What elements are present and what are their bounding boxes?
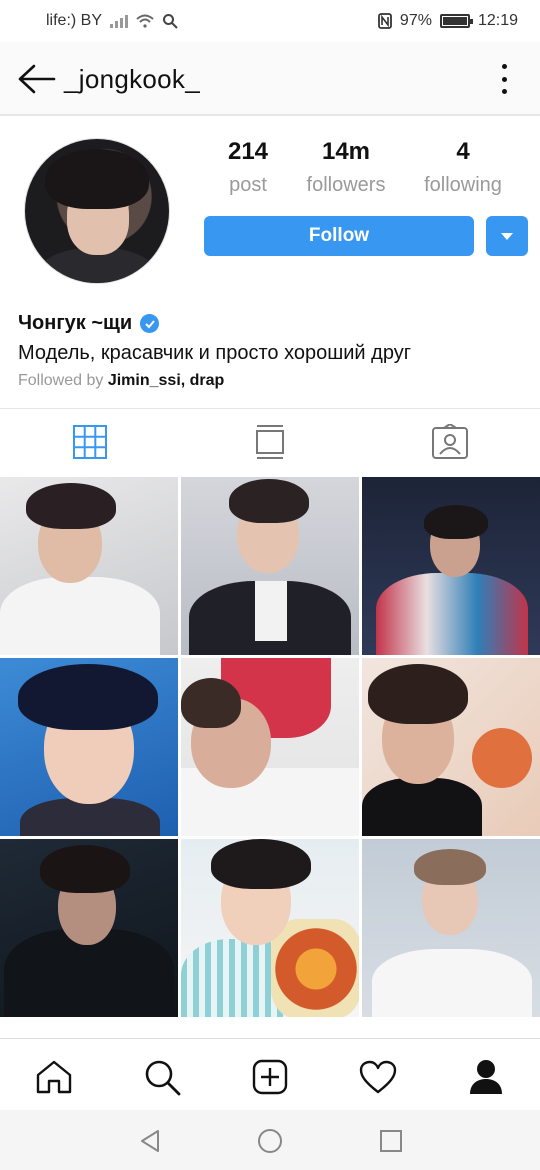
clock: 12:19: [477, 12, 518, 29]
signal-icon: [110, 14, 129, 28]
post-thumbnail-6[interactable]: [362, 658, 540, 836]
system-navigation-bar: [0, 1110, 540, 1170]
post-thumbnail-1[interactable]: [0, 477, 178, 655]
stat-posts-label: post: [229, 174, 267, 196]
profile-bio: Модель, красавчик и просто хороший друг: [18, 342, 412, 364]
feed-icon: [256, 425, 284, 459]
stat-following[interactable]: 4 following: [408, 138, 518, 197]
suggested-dropdown-button[interactable]: [486, 216, 528, 256]
status-bar: life:) BY 97% 12:19: [0, 0, 540, 42]
bottom-navigation: [0, 1038, 540, 1110]
tab-tagged[interactable]: [360, 410, 540, 474]
back-triangle-icon: [141, 1130, 159, 1152]
post-thumbnail-9[interactable]: [362, 839, 540, 1017]
profile-full-name: Чонгук ~щи: [18, 312, 160, 335]
profile-icon: [470, 1060, 502, 1094]
nav-search[interactable]: [142, 1057, 182, 1097]
home-icon: [36, 1060, 72, 1094]
followed-by[interactable]: Followed by Jimin_ssi, drap: [18, 372, 224, 390]
profile-header: _jongkook_: [0, 42, 540, 116]
stat-followers[interactable]: 14m followers: [291, 138, 401, 197]
post-thumbnail-5[interactable]: [181, 658, 359, 836]
stat-followers-label: followers: [306, 174, 386, 196]
carrier-label: life:) BY: [46, 12, 103, 29]
search-status-icon: [163, 14, 178, 29]
follow-button[interactable]: Follow: [204, 216, 474, 256]
nav-add-post[interactable]: [250, 1057, 290, 1097]
stat-posts[interactable]: 214 post: [193, 138, 303, 197]
post-thumbnail-2[interactable]: [181, 477, 359, 655]
followed-by-names: Jimin_ssi, drap: [107, 372, 225, 389]
verified-badge-icon: [140, 314, 160, 333]
tagged-icon: [432, 424, 468, 459]
followed-by-prefix: Followed by: [18, 372, 104, 389]
divider: [0, 408, 540, 409]
post-thumbnail-3[interactable]: [362, 477, 540, 655]
tab-grid[interactable]: [0, 410, 180, 474]
stat-posts-value: 214: [227, 138, 269, 165]
chevron-down-icon: [501, 232, 513, 240]
nfc-icon: [378, 13, 392, 29]
avatar[interactable]: [24, 138, 170, 284]
grid-icon: [73, 425, 107, 459]
status-right: 97% 12:19: [378, 12, 518, 30]
more-options-icon[interactable]: [492, 64, 516, 94]
recents-square-icon: [380, 1130, 402, 1152]
system-recents-button[interactable]: [378, 1128, 404, 1154]
full-name-text: Чонгук ~щи: [18, 312, 133, 334]
profile-tabs: [0, 410, 540, 474]
add-post-icon: [252, 1059, 288, 1095]
system-back-button[interactable]: [137, 1128, 163, 1154]
post-thumbnail-4[interactable]: [0, 658, 178, 836]
tab-feed[interactable]: [180, 410, 360, 474]
posts-grid: [0, 477, 540, 1037]
post-thumbnail-8[interactable]: [181, 839, 359, 1017]
nav-profile[interactable]: [466, 1057, 506, 1097]
home-circle-icon: [258, 1129, 282, 1153]
search-icon: [145, 1060, 181, 1096]
wifi-icon: [136, 14, 154, 28]
activity-heart-icon: [359, 1060, 397, 1094]
stat-following-value: 4: [456, 138, 470, 165]
status-left: life:) BY: [46, 12, 178, 30]
battery-icon: [439, 14, 473, 28]
nav-activity[interactable]: [358, 1057, 398, 1097]
back-arrow-icon[interactable]: [16, 62, 56, 96]
stat-followers-value: 14m: [321, 138, 371, 165]
battery-percent: 97%: [399, 12, 432, 29]
system-home-button[interactable]: [257, 1128, 283, 1154]
stat-following-label: following: [424, 174, 502, 196]
post-thumbnail-7[interactable]: [0, 839, 178, 1017]
nav-home[interactable]: [34, 1057, 74, 1097]
page-title-username: _jongkook_: [64, 64, 200, 94]
